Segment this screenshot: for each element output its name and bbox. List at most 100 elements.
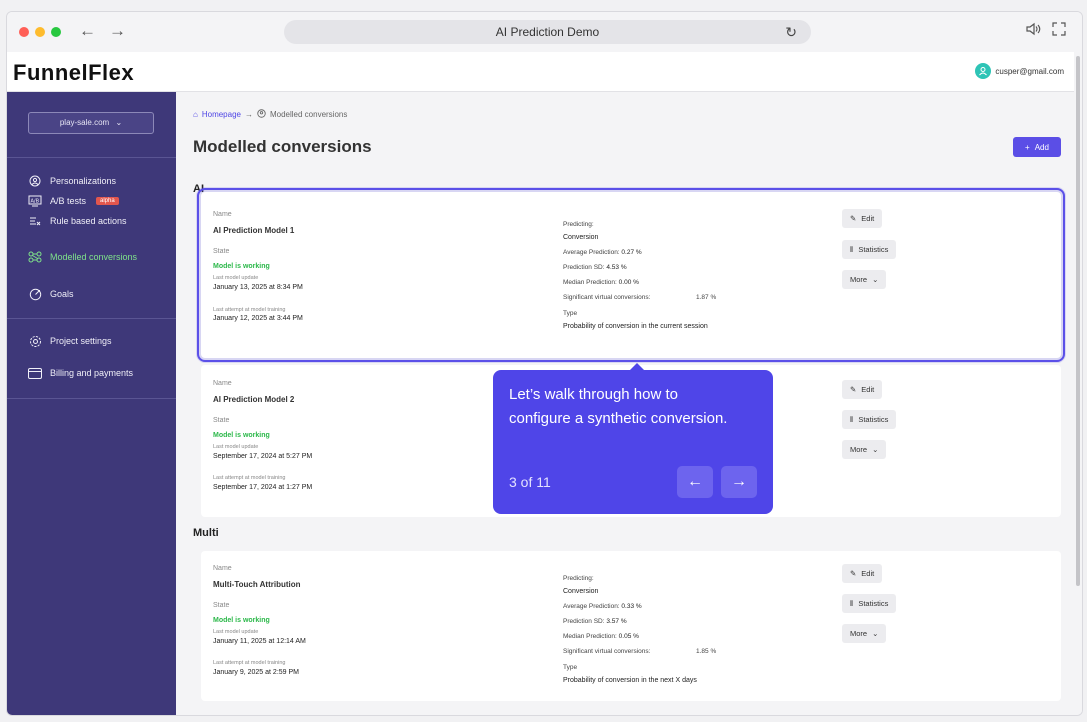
- conversion-card: Name AI Prediction Model 1 State Model i…: [197, 188, 1065, 362]
- network-nodes-icon: [28, 250, 42, 264]
- edit-button[interactable]: ✎ Edit: [842, 564, 883, 583]
- maximize-window-button[interactable]: [51, 27, 61, 37]
- sidebar-item-label: A/B tests: [50, 196, 87, 206]
- statistics-button[interactable]: ⦀ Statistics: [842, 410, 897, 429]
- type-label: Type: [563, 310, 578, 317]
- breadcrumb-home-link[interactable]: Homepage: [202, 110, 241, 119]
- edit-button[interactable]: ✎ Edit: [842, 209, 883, 228]
- ab-test-icon: A/B: [28, 194, 42, 208]
- speaker-icon[interactable]: [1025, 22, 1041, 39]
- sidebar: play-sale.com ⌄ Personalizations A/B A/B…: [7, 92, 176, 715]
- address-bar[interactable]: AI Prediction Demo ↻: [284, 20, 811, 44]
- back-arrow-icon[interactable]: ←: [79, 21, 96, 41]
- pencil-icon: ✎: [850, 569, 857, 578]
- project-select-value: play-sale.com: [59, 118, 110, 127]
- state-label: State: [213, 248, 230, 255]
- close-window-button[interactable]: [19, 27, 29, 37]
- sidebar-item-goals[interactable]: Goals: [28, 286, 74, 302]
- last-attempt-value: September 17, 2024 at 1:27 PM: [213, 484, 313, 491]
- page-title: Modelled conversions: [193, 137, 372, 156]
- sidebar-item-billing[interactable]: Billing and payments: [28, 365, 133, 381]
- minimize-window-button[interactable]: [35, 27, 45, 37]
- user-avatar-icon: [975, 63, 992, 79]
- plus-icon: +: [1025, 142, 1030, 152]
- app-header: FunnelFlex cusper@gmail.com: [7, 52, 1082, 92]
- conversion-card: Name Multi-Touch Attribution State Model…: [201, 551, 1061, 701]
- significant-conversions-label: Significant virtual conversions:: [563, 648, 651, 655]
- home-icon: ⌂: [193, 110, 198, 119]
- sidebar-item-label: Goals: [50, 289, 74, 299]
- fullscreen-icon[interactable]: [1052, 22, 1066, 39]
- sidebar-item-ab-tests[interactable]: A/B A/B tests alpha: [28, 193, 119, 209]
- reload-icon[interactable]: ↻: [785, 20, 797, 44]
- edit-button[interactable]: ✎ Edit: [842, 380, 883, 399]
- name-label: Name: [213, 211, 232, 218]
- user-menu[interactable]: cusper@gmail.com: [975, 63, 1064, 79]
- section-title-multi: Multi: [193, 527, 219, 539]
- browser-window: ← → AI Prediction Demo ↻ FunnelFlex cusp…: [6, 11, 1083, 716]
- credit-card-icon: [28, 366, 42, 380]
- browser-toolbar: ← → AI Prediction Demo ↻: [7, 12, 1082, 52]
- chevron-down-icon: ⌄: [115, 118, 123, 127]
- last-attempt-value: January 9, 2025 at 2:59 PM: [213, 669, 299, 676]
- scrollbar-thumb[interactable]: [1076, 56, 1080, 586]
- statistics-button[interactable]: ⦀ Statistics: [842, 240, 897, 259]
- more-button[interactable]: More ⌄: [842, 624, 887, 643]
- chevron-down-icon: ⌄: [872, 275, 879, 284]
- prediction-sd: Prediction SD: 4.53 %: [563, 264, 627, 271]
- arrow-left-icon: ←: [687, 473, 703, 490]
- last-update-value: January 13, 2025 at 8:34 PM: [213, 284, 303, 291]
- arrow-right-icon: →: [244, 110, 253, 119]
- sidebar-divider: [7, 398, 176, 399]
- arrow-right-icon: →: [731, 473, 747, 490]
- chevron-down-icon: ⌄: [872, 445, 879, 454]
- bar-chart-icon: ⦀: [850, 598, 854, 608]
- type-value: Probability of conversion in the current…: [563, 323, 708, 330]
- more-button[interactable]: More ⌄: [842, 270, 887, 289]
- model-state: Model is working: [213, 432, 270, 439]
- forward-arrow-icon[interactable]: →: [109, 21, 126, 41]
- svg-text:A/B: A/B: [31, 199, 40, 205]
- statistics-button[interactable]: ⦀ Statistics: [842, 594, 897, 613]
- model-state: Model is working: [213, 617, 270, 624]
- sidebar-item-label: Billing and payments: [50, 368, 134, 378]
- median-prediction: Median Prediction: 0.00 %: [563, 279, 639, 286]
- user-email: cusper@gmail.com: [995, 66, 1064, 76]
- state-label: State: [213, 602, 230, 609]
- add-button-label: Add: [1034, 142, 1049, 152]
- tooltip-next-button[interactable]: →: [721, 466, 757, 498]
- chevron-down-icon: ⌄: [872, 629, 879, 638]
- avg-prediction: Average Prediction: 0.33 %: [563, 603, 642, 610]
- breadcrumb: ⌂ Homepage → Modelled conversions: [193, 109, 347, 120]
- sidebar-item-rule-based-actions[interactable]: Rule based actions: [28, 213, 127, 229]
- alpha-badge: alpha: [96, 197, 119, 205]
- target-icon: [28, 287, 42, 301]
- last-update-label: Last model update: [213, 444, 259, 450]
- onboarding-tooltip: Let’s walk through how to configure a sy…: [493, 363, 773, 514]
- significant-conversions-value: 1.87 %: [696, 294, 717, 301]
- bar-chart-icon: ⦀: [850, 414, 854, 424]
- sidebar-item-project-settings[interactable]: Project settings: [28, 333, 112, 349]
- more-button[interactable]: More ⌄: [842, 440, 887, 459]
- sidebar-item-personalizations[interactable]: Personalizations: [28, 173, 116, 189]
- predicting-label: Predicting:: [563, 221, 594, 228]
- significant-conversions-label: Significant virtual conversions:: [563, 294, 651, 301]
- tooltip-prev-button[interactable]: ←: [677, 466, 713, 498]
- scrollbar[interactable]: [1074, 52, 1082, 715]
- predicting-value: Conversion: [563, 588, 599, 595]
- type-label: Type: [563, 664, 578, 671]
- sidebar-divider: [7, 157, 176, 158]
- gear-icon: [28, 334, 42, 348]
- project-select[interactable]: play-sale.com ⌄: [28, 112, 154, 134]
- bar-chart-icon: ⦀: [850, 244, 854, 254]
- funnelflex-logo[interactable]: FunnelFlex: [13, 60, 134, 86]
- page-title-text: AI Prediction Demo: [495, 25, 600, 39]
- predicting-value: Conversion: [563, 234, 599, 241]
- name-label: Name: [213, 565, 232, 572]
- sidebar-item-modelled-conversions[interactable]: Modelled conversions: [28, 249, 137, 265]
- median-prediction: Median Prediction: 0.05 %: [563, 633, 639, 640]
- last-attempt-label: Last attempt at model training: [213, 307, 286, 313]
- add-button[interactable]: + Add: [1013, 137, 1061, 157]
- last-update-value: January 11, 2025 at 12:14 AM: [213, 638, 306, 645]
- last-attempt-value: January 12, 2025 at 3:44 PM: [213, 315, 303, 322]
